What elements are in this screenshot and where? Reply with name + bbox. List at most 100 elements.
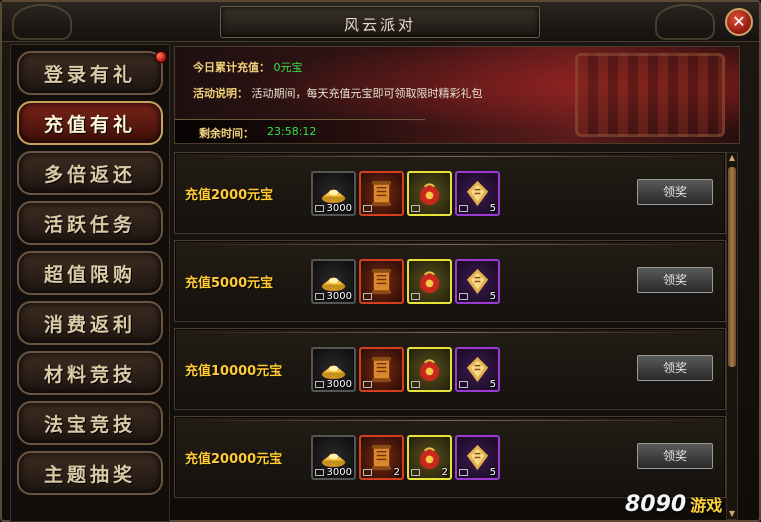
bound-tag-icon xyxy=(411,469,420,476)
menu-item-5[interactable]: 消费返利 xyxy=(17,301,163,345)
red-pouch-icon xyxy=(415,179,444,208)
claim-button[interactable]: 领奖 xyxy=(637,267,713,293)
item-slot[interactable]: 3000 xyxy=(311,347,356,392)
item-slot[interactable] xyxy=(407,171,452,216)
reward-items: 3000 5 xyxy=(311,259,500,304)
menu-item-8[interactable]: 主题抽奖 xyxy=(17,451,163,495)
reward-items: 3000 5 xyxy=(311,171,500,216)
item-slot[interactable]: 3000 xyxy=(311,435,356,480)
reward-tier-label: 充值5000元宝 xyxy=(185,276,274,291)
item-slot[interactable]: 5 xyxy=(455,171,500,216)
scroll-up-icon[interactable]: ▲ xyxy=(727,153,737,163)
description-label: 活动说明： xyxy=(193,87,248,100)
site-watermark: 8090 游戏 xyxy=(625,490,751,518)
bound-tag-icon xyxy=(459,293,468,300)
item-slot[interactable]: 5 xyxy=(455,259,500,304)
reward-tier-label: 充值2000元宝 xyxy=(185,188,274,203)
bound-tag-icon xyxy=(459,205,468,212)
menu-item-label: 主题抽奖 xyxy=(43,463,136,486)
bound-tag-icon xyxy=(411,293,420,300)
reward-list-scrollbar[interactable]: ▲ ▼ xyxy=(726,152,738,520)
menu-item-1[interactable]: 充值有礼 xyxy=(17,101,163,145)
reward-row: 充值20000元宝 3000 2 2 5 领奖 xyxy=(174,416,726,498)
red-pouch-icon xyxy=(415,355,444,384)
talisman-icon xyxy=(463,179,492,208)
watermark-number: 8090 xyxy=(625,491,687,517)
reward-row: 充值5000元宝 3000 5 领奖 xyxy=(174,240,726,322)
menu-item-label: 充值有礼 xyxy=(43,113,136,136)
scroll-icon xyxy=(367,267,396,296)
menu-item-6[interactable]: 材料竞技 xyxy=(17,351,163,395)
item-slot[interactable] xyxy=(407,259,452,304)
menu-item-4[interactable]: 超值限购 xyxy=(17,251,163,295)
item-quantity: 5 xyxy=(489,203,496,214)
reward-row: 充值10000元宝 3000 5 领奖 xyxy=(174,328,726,410)
menu-item-label: 登录有礼 xyxy=(43,63,136,86)
reward-items: 3000 2 2 5 xyxy=(311,435,500,480)
reward-row: 充值2000元宝 3000 5 领奖 xyxy=(174,152,726,234)
recharge-line: 今日累计充值： 0元宝 xyxy=(193,59,303,75)
scroll-thumb[interactable] xyxy=(728,167,736,367)
timer-bar: 剩余时间： 23:58:12 xyxy=(175,119,425,143)
close-button[interactable]: ✕ xyxy=(725,8,753,36)
item-quantity: 3000 xyxy=(326,467,352,478)
watermark-text: 游戏 xyxy=(690,496,723,515)
event-window: 风云派对 ✕ 登录有礼充值有礼多倍返还活跃任务超值限购消费返利材料竞技法宝竞技主… xyxy=(0,0,761,522)
bound-tag-icon xyxy=(363,205,372,212)
item-slot[interactable] xyxy=(359,347,404,392)
item-slot[interactable]: 2 xyxy=(359,435,404,480)
item-quantity: 2 xyxy=(393,467,400,478)
scroll-icon xyxy=(367,179,396,208)
banner-artwork xyxy=(575,53,725,137)
menu-item-3[interactable]: 活跃任务 xyxy=(17,201,163,245)
item-slot[interactable]: 3000 xyxy=(311,171,356,216)
talisman-icon xyxy=(463,443,492,472)
talisman-icon xyxy=(463,267,492,296)
item-quantity: 2 xyxy=(441,467,448,478)
item-slot[interactable] xyxy=(359,171,404,216)
menu-item-label: 消费返利 xyxy=(43,313,136,336)
red-pouch-icon xyxy=(415,443,444,472)
item-slot[interactable]: 2 xyxy=(407,435,452,480)
claim-button[interactable]: 领奖 xyxy=(637,443,713,469)
bound-tag-icon xyxy=(363,381,372,388)
claim-button[interactable]: 领奖 xyxy=(637,355,713,381)
scroll-icon xyxy=(367,355,396,384)
scroll-icon xyxy=(367,443,396,472)
bound-tag-icon xyxy=(411,205,420,212)
close-icon: ✕ xyxy=(732,12,746,31)
left-corner-ornament xyxy=(12,4,72,40)
item-slot[interactable]: 3000 xyxy=(311,259,356,304)
item-quantity: 3000 xyxy=(326,291,352,302)
menu-item-label: 多倍返还 xyxy=(43,163,136,186)
bound-tag-icon xyxy=(411,381,420,388)
claim-button[interactable]: 领奖 xyxy=(637,179,713,205)
reward-items: 3000 5 xyxy=(311,347,500,392)
item-quantity: 5 xyxy=(489,291,496,302)
item-quantity: 5 xyxy=(489,467,496,478)
menu-item-2[interactable]: 多倍返还 xyxy=(17,151,163,195)
event-menu: 登录有礼充值有礼多倍返还活跃任务超值限购消费返利材料竞技法宝竞技主题抽奖 xyxy=(10,44,170,522)
menu-item-label: 法宝竞技 xyxy=(43,413,136,436)
item-quantity: 3000 xyxy=(326,203,352,214)
item-quantity: 3000 xyxy=(326,379,352,390)
recharge-label: 今日累计充值： xyxy=(193,61,270,74)
title-plaque: 风云派对 xyxy=(220,6,540,38)
red-pouch-icon xyxy=(415,267,444,296)
item-slot[interactable] xyxy=(359,259,404,304)
menu-item-0[interactable]: 登录有礼 xyxy=(17,51,167,95)
bound-tag-icon xyxy=(315,469,324,476)
reward-tier-label: 充值20000元宝 xyxy=(185,452,283,467)
item-slot[interactable] xyxy=(407,347,452,392)
talisman-icon xyxy=(463,355,492,384)
menu-item-label: 超值限购 xyxy=(43,263,136,286)
bound-tag-icon xyxy=(363,469,372,476)
item-slot[interactable]: 5 xyxy=(455,347,500,392)
bound-tag-icon xyxy=(315,381,324,388)
item-slot[interactable]: 5 xyxy=(455,435,500,480)
bound-tag-icon xyxy=(459,469,468,476)
title-bar: 风云派对 ✕ xyxy=(2,2,759,42)
right-corner-ornament xyxy=(655,4,715,40)
notification-dot xyxy=(155,51,167,63)
menu-item-7[interactable]: 法宝竞技 xyxy=(17,401,163,445)
